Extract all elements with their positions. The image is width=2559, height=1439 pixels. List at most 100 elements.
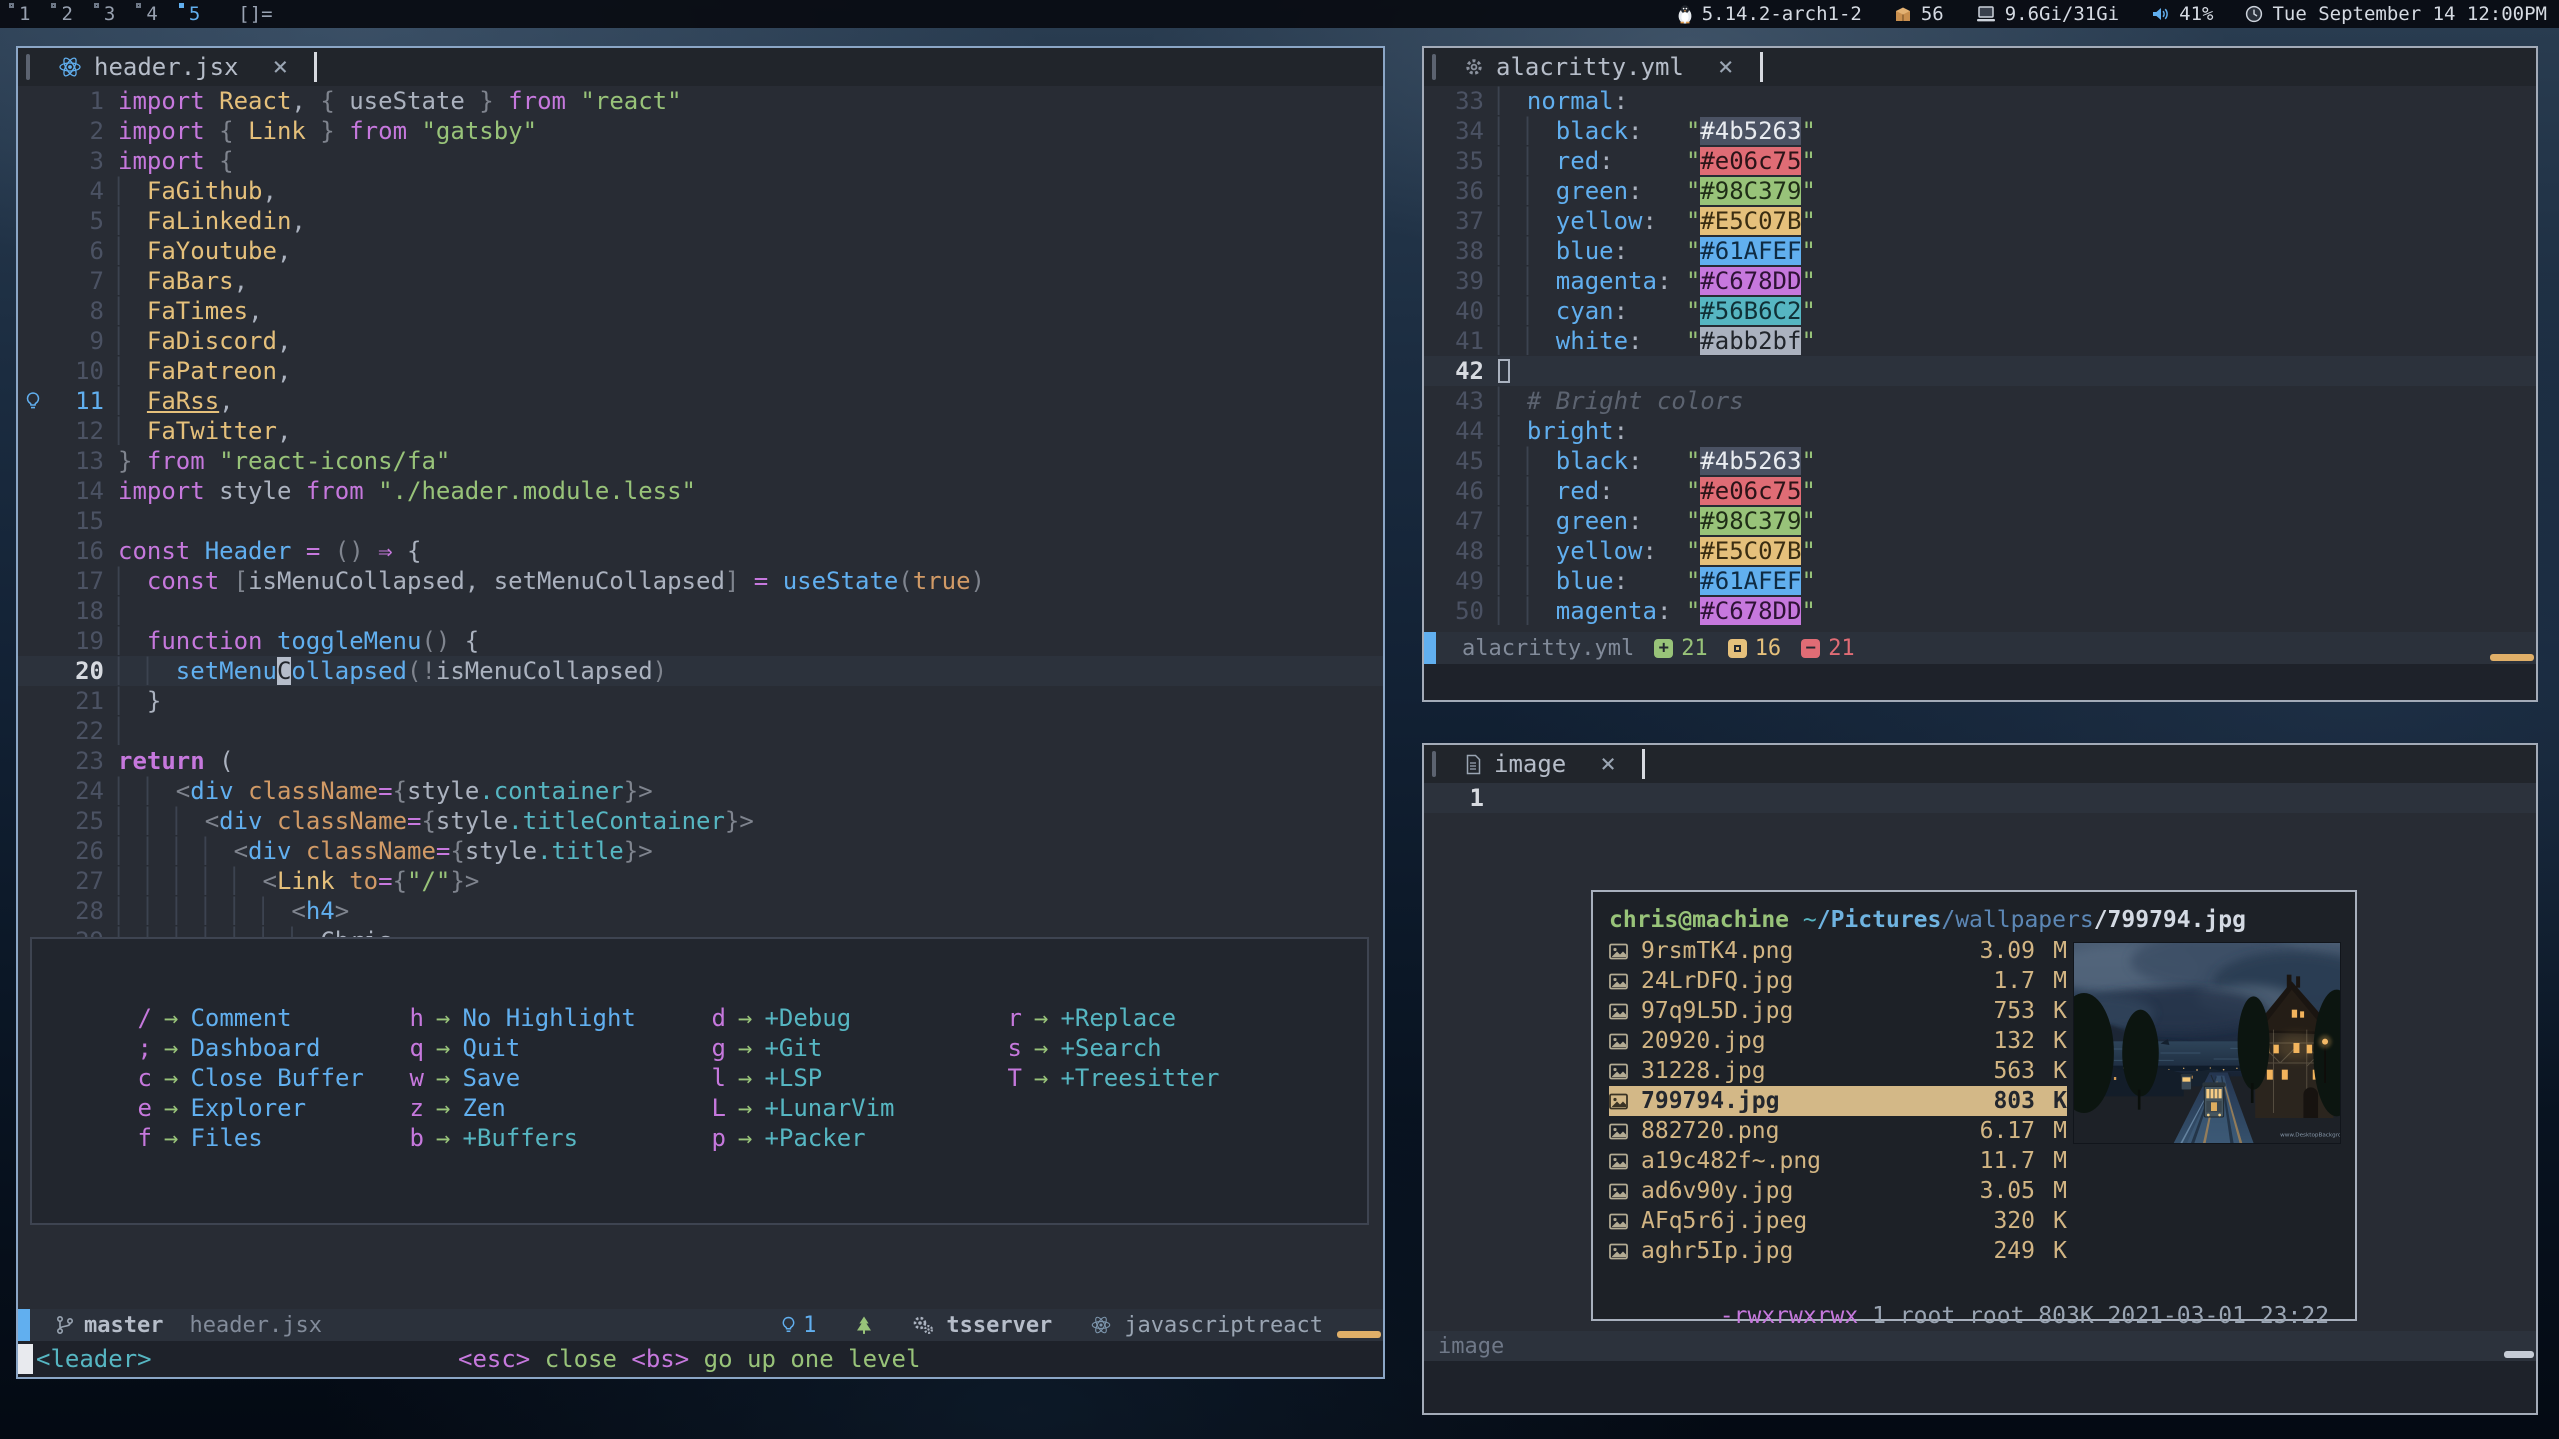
package-icon xyxy=(1894,5,1912,23)
code-line: 38▏ ▏ blue: "#61AFEF" xyxy=(1424,236,2536,266)
line-number: 35 xyxy=(1436,146,1484,176)
code-line: 25▏ ▏ ▏ <div className={style.titleConta… xyxy=(18,806,1383,836)
editor-statusline: master header.jsx 1 tsserver javascriptr… xyxy=(18,1309,1383,1341)
scroll-position-indicator xyxy=(2490,654,2534,661)
statusline-filename: header.jsx xyxy=(189,1313,321,1338)
workspace-button-3[interactable]: 3 xyxy=(97,3,115,25)
line-number: 13 xyxy=(48,446,104,476)
line-number: 8 xyxy=(48,296,104,326)
command-line[interactable]: <leader> <esc> close <bs> go up one leve… xyxy=(18,1341,1383,1377)
yaml-window[interactable]: alacritty.yml × 33▏ normal:34▏ ▏ black: … xyxy=(1422,46,2538,702)
code-line: 50▏ ▏ magenta: "#C678DD" xyxy=(1424,596,2536,626)
file-permissions-line: -rwxrwxrwx 1 root root 803K 2021-03-01 2… xyxy=(1609,1268,2339,1300)
line-number: 19 xyxy=(48,626,104,656)
workspace-indicator xyxy=(94,3,99,8)
whichkey-item: w→Save xyxy=(400,1063,702,1093)
command-line[interactable] xyxy=(1424,1361,2536,1413)
line-number: 21 xyxy=(48,686,104,716)
workspace-indicator xyxy=(179,3,184,8)
file-row: 24LrDFQ.jpg1.7M xyxy=(1609,966,2067,996)
image-window[interactable]: image × 1 chris@machine ~/Pictures/wallp… xyxy=(1422,743,2538,1415)
code-line: 36▏ ▏ green: "#98C379" xyxy=(1424,176,2536,206)
tabline-cursor xyxy=(1760,52,1763,82)
line-number: 37 xyxy=(1436,206,1484,236)
whichkey-item: L→+LunarVim xyxy=(702,1093,998,1123)
image-buffer[interactable]: 1 chris@machine ~/Pictures/wallpapers/79… xyxy=(1424,783,2536,1331)
code-line: 46▏ ▏ red: "#e06c75" xyxy=(1424,476,2536,506)
code-line: 19▏ function toggleMenu() { xyxy=(18,626,1383,656)
file-row: AFq5r6j.jpeg320K xyxy=(1609,1206,2067,1236)
whichkey-item: f→Files xyxy=(128,1123,400,1153)
code-line: 13} from "react-icons/fa" xyxy=(18,446,1383,476)
file-row: ad6v90y.jpg3.05M xyxy=(1609,1176,2067,1206)
line-number: 25 xyxy=(48,806,104,836)
image-file-icon xyxy=(1609,1213,1641,1230)
layout-symbol[interactable]: []= xyxy=(238,3,272,25)
code-line: 7▏ FaBars, xyxy=(18,266,1383,296)
pending-keys: <leader> xyxy=(36,1345,152,1373)
line-number: 27 xyxy=(48,866,104,896)
editor-buffer[interactable]: 1import React, { useState } from "react"… xyxy=(18,86,1383,1309)
code-line: 5▏ FaLinkedin, xyxy=(18,206,1383,236)
workspace-button-2[interactable]: 2 xyxy=(54,3,72,25)
git-modified-count: 16 xyxy=(1755,636,1782,661)
statusline-filename: alacritty.yml xyxy=(1462,636,1634,661)
scroll-position-indicator xyxy=(1337,1331,1381,1338)
git-removed-count: 21 xyxy=(1828,636,1855,661)
code-line: 45▏ ▏ black: "#4b5263" xyxy=(1424,446,2536,476)
file-row: aghr5Ip.jpg249K xyxy=(1609,1236,2067,1266)
scroll-position-indicator xyxy=(2504,1351,2534,1358)
close-icon[interactable]: × xyxy=(1600,751,1616,777)
code-line: 41▏ ▏ white: "#abb2bf" xyxy=(1424,326,2536,356)
close-icon[interactable]: × xyxy=(273,54,289,80)
line-number: 11 xyxy=(48,386,104,416)
volume-icon xyxy=(2151,5,2170,23)
code-line: 2import { Link } from "gatsby" xyxy=(18,116,1383,146)
status-bar: 1 2 3 4 5 []= 5.14.2-arch1-2 56 9.6Gi/31… xyxy=(0,0,2559,28)
workspace-button-1[interactable]: 1 xyxy=(12,3,30,25)
file-row: 882720.png6.17M xyxy=(1609,1116,2067,1146)
workspace-button-4[interactable]: 4 xyxy=(139,3,157,25)
line-number: 9 xyxy=(48,326,104,356)
mode-indicator xyxy=(1424,632,1436,664)
tab-title: header.jsx xyxy=(94,53,239,81)
line-number: 36 xyxy=(1436,176,1484,206)
gears-icon xyxy=(912,1315,934,1335)
penguin-icon xyxy=(1677,4,1693,24)
line-number: 39 xyxy=(1436,266,1484,296)
workspace-button-5[interactable]: 5 xyxy=(182,3,200,25)
file-row: 9rsmTK4.png3.09M xyxy=(1609,936,2067,966)
line-number: 4 xyxy=(48,176,104,206)
tab-header-jsx[interactable]: header.jsx × xyxy=(42,48,304,86)
code-line: 21▏ } xyxy=(18,686,1383,716)
lsp-client-label: tsserver xyxy=(946,1313,1052,1338)
line-number: 10 xyxy=(48,356,104,386)
gear-icon xyxy=(1464,57,1484,77)
image-statusline: image xyxy=(1424,1331,2536,1361)
yaml-buffer[interactable]: 33▏ normal:34▏ ▏ black: "#4b5263"35▏ ▏ r… xyxy=(1424,86,2536,632)
whichkey-item: g→+Git xyxy=(702,1033,998,1063)
code-line: 10▏ FaPatreon, xyxy=(18,356,1383,386)
line-number: 46 xyxy=(1436,476,1484,506)
whichkey-item: s→+Search xyxy=(998,1033,1219,1063)
mode-indicator xyxy=(18,1309,30,1341)
editor-window[interactable]: header.jsx × 1import React, { useState }… xyxy=(16,46,1385,1379)
image-file-icon xyxy=(1609,1093,1641,1110)
code-line: 14import style from "./header.module.les… xyxy=(18,476,1383,506)
close-icon[interactable]: × xyxy=(1718,54,1734,80)
tab-alacritty-yml[interactable]: alacritty.yml × xyxy=(1448,48,1750,86)
code-line: 27▏ ▏ ▏ ▏ ▏ <Link to={"/"}> xyxy=(18,866,1383,896)
code-line: 16const Header = () ⇒ { xyxy=(18,536,1383,566)
code-line: 22▏ xyxy=(18,716,1383,746)
code-line: 40▏ ▏ cyan: "#56B6C2" xyxy=(1424,296,2536,326)
tab-image[interactable]: image × xyxy=(1448,745,1632,783)
clock-module: Tue September 14 12:00PM xyxy=(2245,3,2547,25)
command-line[interactable] xyxy=(1424,664,2536,700)
react-icon xyxy=(1090,1314,1112,1336)
code-line: 9▏ FaDiscord, xyxy=(18,326,1383,356)
image-file-icon xyxy=(1609,943,1641,960)
line-number: 15 xyxy=(48,506,104,536)
code-line: 47▏ ▏ green: "#98C379" xyxy=(1424,506,2536,536)
line-number: 22 xyxy=(48,716,104,746)
packages-module: 56 xyxy=(1894,3,1944,25)
